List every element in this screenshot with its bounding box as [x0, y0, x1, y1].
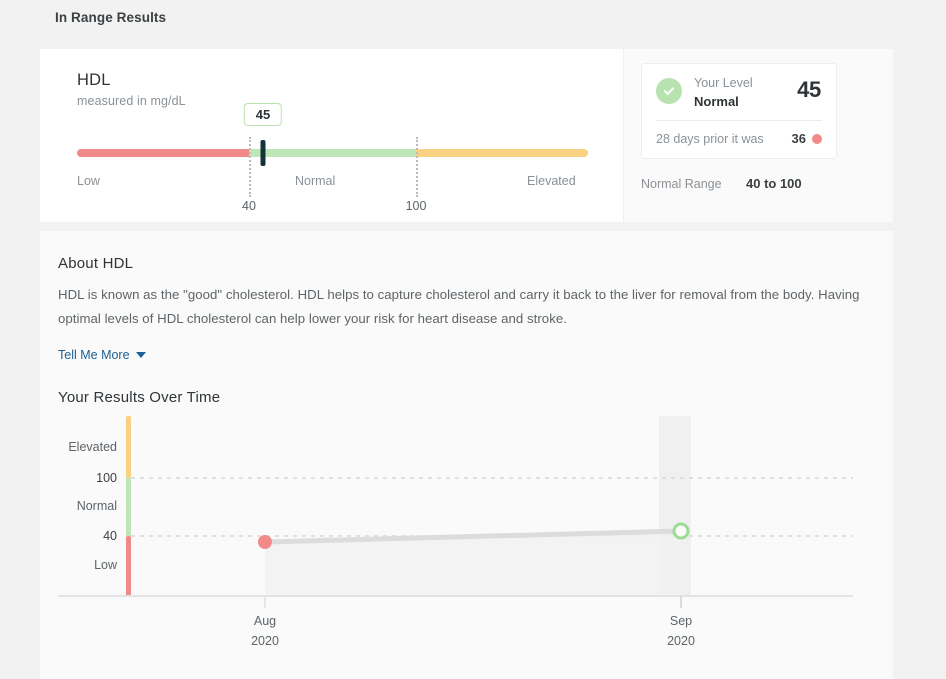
slider-segment-elevated	[416, 149, 588, 157]
biomarker-summary-card: HDL measured in mg/dL 40 100 Low Normal …	[40, 49, 893, 222]
normal-range-value: 40 to 100	[746, 176, 802, 191]
level-pane: Your Level Normal 45 28 days prior it wa…	[623, 49, 893, 222]
range-slider-track	[77, 149, 588, 157]
section-heading: In Range Results	[55, 10, 166, 25]
slider-value-bubble: 45	[244, 103, 282, 126]
check-circle-icon	[656, 78, 682, 104]
about-title: About HDL	[58, 255, 133, 272]
results-page: In Range Results HDL measured in mg/dL 4…	[0, 0, 946, 679]
slider-segment-low	[77, 149, 249, 157]
chart-xlabel-sep-month: Sep	[670, 614, 692, 628]
chevron-down-icon	[136, 352, 146, 358]
about-body: HDL is known as the "good" cholesterol. …	[58, 283, 870, 331]
slider-value-marker[interactable]	[261, 140, 266, 166]
prior-result-label: 28 days prior it was	[656, 132, 764, 146]
chart-zone-bar-elevated	[126, 416, 131, 478]
chart-zone-bar-low	[126, 536, 131, 596]
chart-ytick-100: 100	[96, 471, 117, 485]
chart-xlabel-sep-year: 2020	[667, 634, 695, 646]
chart-ytick-40: 40	[103, 529, 117, 543]
test-units: measured in mg/dL	[77, 94, 186, 108]
test-name: HDL	[77, 71, 111, 90]
normal-range-label: Normal Range	[641, 177, 722, 191]
details-card: About HDL HDL is known as the "good" cho…	[40, 231, 893, 679]
prior-result-status-dot	[812, 134, 822, 144]
level-row: Your Level Normal 45	[642, 64, 836, 120]
chart-xlabel-aug-month: Aug	[254, 614, 276, 628]
prior-result-value: 36	[792, 131, 806, 146]
slider-zone-label-elevated: Elevated	[527, 174, 576, 188]
range-slider[interactable]: 40 100 Low Normal Elevated 45	[77, 119, 588, 214]
slider-zone-label-normal: Normal	[295, 174, 335, 188]
your-level-label: Your Level	[694, 76, 753, 90]
level-divider	[656, 120, 822, 121]
your-level-status: Normal	[694, 94, 739, 109]
chart-point-sep	[674, 524, 688, 538]
slider-tick-label-low-bound: 40	[242, 199, 256, 213]
slider-tick-label-high-bound: 100	[406, 199, 427, 213]
slider-tick-line-100	[416, 137, 418, 197]
slider-zone-label-low: Low	[77, 174, 100, 188]
results-over-time-title: Your Results Over Time	[58, 389, 220, 406]
tell-me-more-toggle[interactable]: Tell Me More	[58, 348, 146, 362]
chart-point-aug	[258, 535, 272, 549]
slider-pane: HDL measured in mg/dL 40 100 Low Normal …	[40, 49, 623, 222]
chart-zone-bar-normal	[126, 478, 131, 536]
chart-ylabel-normal: Normal	[77, 499, 117, 513]
slider-tick-line-40	[249, 137, 251, 197]
results-chart[interactable]: Elevated 100 Normal 40 Low Aug 2020 Sep …	[40, 416, 893, 646]
level-box: Your Level Normal 45 28 days prior it wa…	[641, 63, 837, 159]
slider-segment-normal	[249, 149, 416, 157]
results-chart-svg: Elevated 100 Normal 40 Low Aug 2020 Sep …	[40, 416, 893, 646]
chart-xlabel-aug-year: 2020	[251, 634, 279, 646]
chart-ylabel-elevated: Elevated	[68, 440, 117, 454]
your-level-value: 45	[797, 77, 821, 103]
tell-me-more-label: Tell Me More	[58, 348, 130, 362]
chart-ylabel-low: Low	[94, 558, 118, 572]
